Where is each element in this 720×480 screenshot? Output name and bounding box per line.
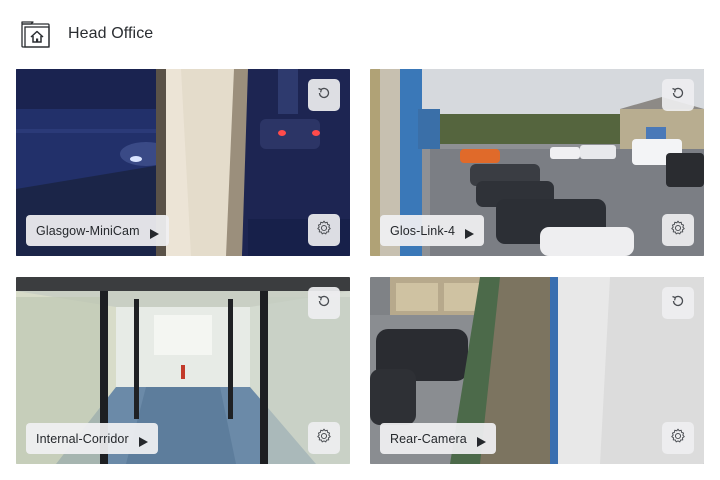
camera-name: Glos-Link-4 (390, 223, 456, 238)
camera-name: Glasgow-MiniCam (36, 223, 140, 238)
camera-tile[interactable]: Rear-Camera (370, 277, 704, 464)
camera-name: Rear-Camera (390, 431, 467, 446)
settings-button[interactable] (662, 422, 694, 454)
refresh-button[interactable] (662, 79, 694, 111)
settings-button[interactable] (662, 214, 694, 246)
refresh-icon (316, 85, 332, 106)
camera-name-button[interactable]: Internal-Corridor (26, 423, 158, 454)
site-title: Head Office (68, 25, 154, 42)
camera-tile[interactable]: Glasgow-MiniCam (16, 69, 350, 256)
home-folder-icon (20, 19, 52, 49)
gear-icon (315, 427, 333, 450)
camera-tile[interactable]: Glos-Link-4 (370, 69, 704, 256)
gear-icon (315, 219, 333, 242)
play-icon (476, 434, 486, 447)
refresh-icon (316, 293, 332, 314)
settings-button[interactable] (308, 422, 340, 454)
refresh-icon (670, 293, 686, 314)
play-icon (138, 434, 148, 447)
camera-name-button[interactable]: Rear-Camera (380, 423, 496, 454)
refresh-button[interactable] (308, 287, 340, 319)
refresh-icon (670, 85, 686, 106)
camera-tile[interactable]: Internal-Corridor (16, 277, 350, 464)
camera-name-button[interactable]: Glos-Link-4 (380, 215, 485, 246)
gear-icon (669, 427, 687, 450)
gear-icon (669, 219, 687, 242)
settings-button[interactable] (308, 214, 340, 246)
refresh-button[interactable] (308, 79, 340, 111)
camera-name: Internal-Corridor (36, 431, 129, 446)
refresh-button[interactable] (662, 287, 694, 319)
play-icon (465, 226, 475, 239)
camera-name-button[interactable]: Glasgow-MiniCam (26, 215, 169, 246)
play-icon (149, 226, 159, 239)
site-header: Head Office (20, 18, 153, 50)
